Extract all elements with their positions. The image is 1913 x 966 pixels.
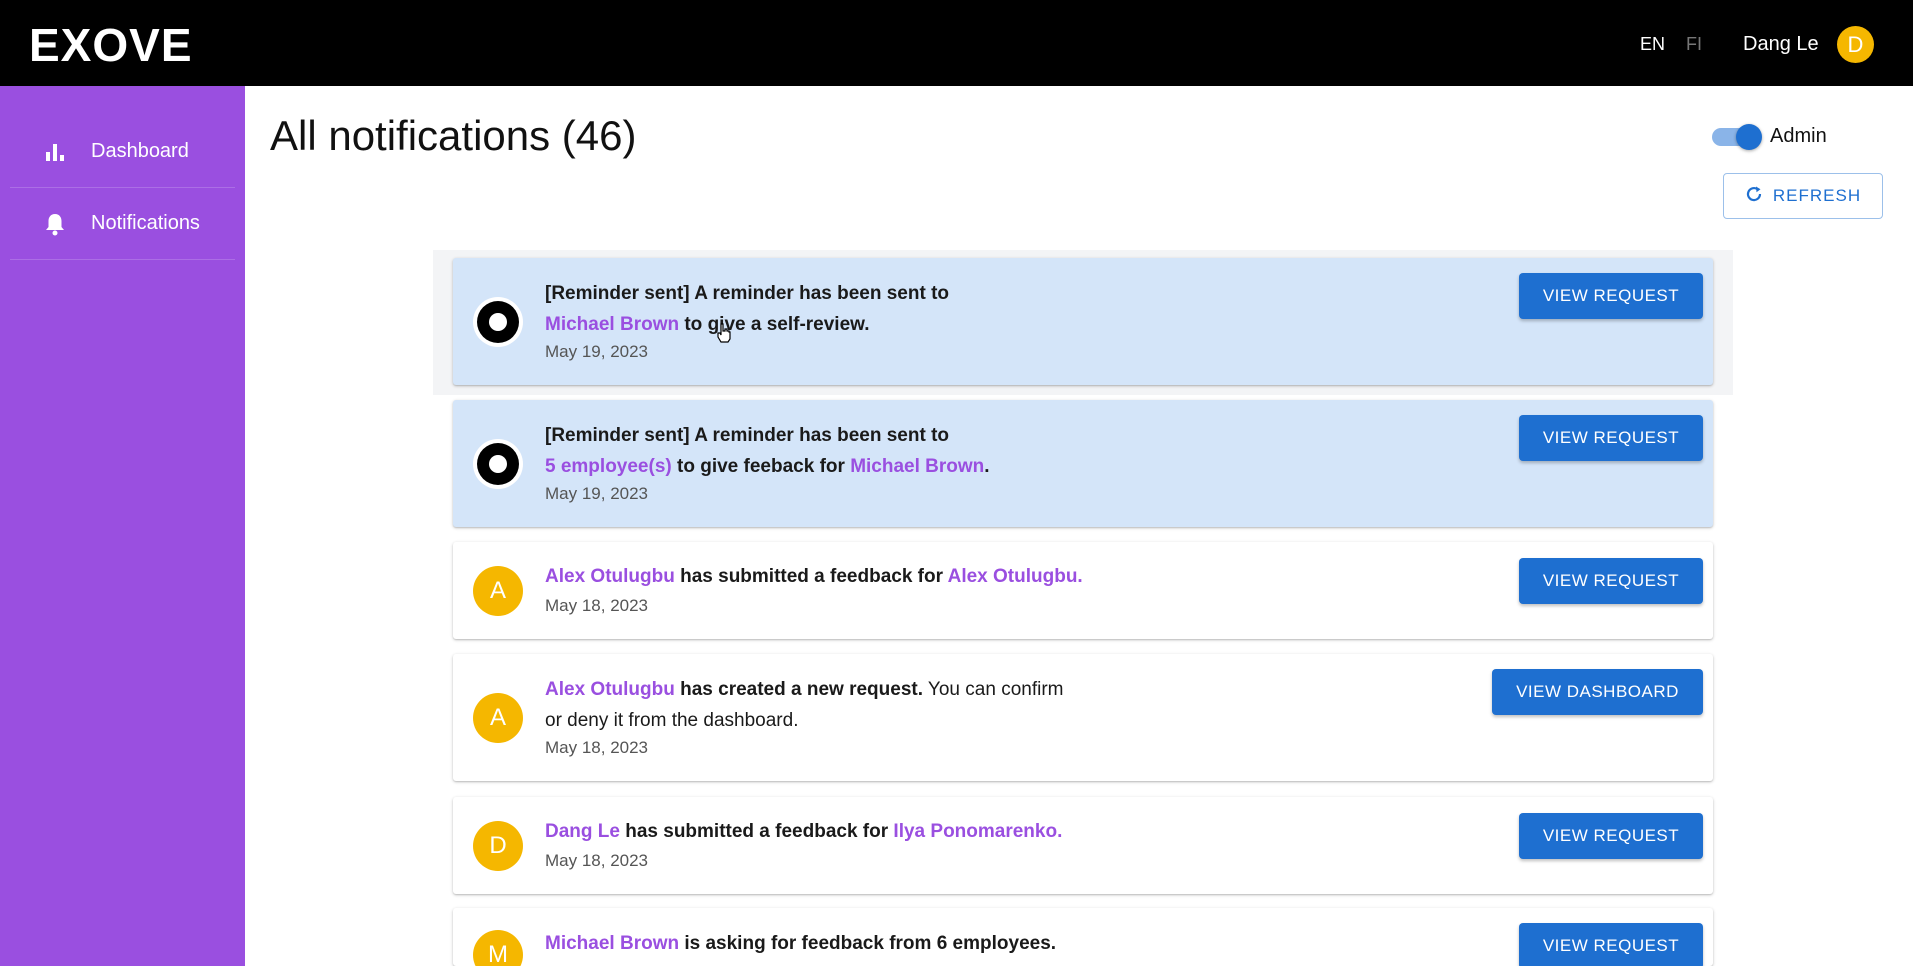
notification-date: May 18, 2023 [545,738,649,757]
notification-message: to give a self-review. [679,314,870,335]
notification-date: May 19, 2023 [545,342,649,361]
employees-link[interactable]: 5 employee(s) [545,456,672,477]
view-request-button[interactable]: VIEW REQUEST [1519,273,1703,319]
notification-text: Alex Otulugbu has submitted a feedback f… [545,561,1165,592]
view-request-button[interactable]: VIEW REQUEST [1519,558,1703,604]
notification-message: has submitted a feedback for [674,566,948,587]
avatar: D [473,821,523,871]
notification-card[interactable]: A Alex Otulugbu has submitted a feedback… [453,542,1713,639]
notification-message: . [984,456,990,477]
notification-text: Dang Le has submitted a feedback for Ily… [545,816,1165,847]
language-fi-button[interactable]: FI [1686,34,1702,54]
notification-text: [Reminder sent] A reminder has been sent… [545,278,1165,340]
notification-text: Michael Brown is asking for feedback fro… [545,928,1165,959]
notification-text: Alex Otulugbu has created a new request.… [545,674,1165,736]
notification-detail: or deny it from the dashboard. [545,710,799,731]
user-name[interactable]: Dang Le [1743,33,1819,55]
refresh-icon [1745,185,1763,208]
view-request-button[interactable]: VIEW REQUEST [1519,923,1703,966]
hand-cursor-icon [716,323,732,343]
avatar: M [473,930,523,966]
user-link[interactable]: Michael Brown [850,456,984,477]
exove-logo[interactable]: EXOVE [29,22,193,68]
user-link[interactable]: Alex Otulugbu [545,566,675,587]
bar-chart-icon [42,139,68,165]
user-link[interactable]: Michael Brown [545,314,679,335]
sidebar-item-label: Dashboard [91,140,189,162]
page-title: All notifications (46) [270,112,637,159]
user-link[interactable]: Dang Le [545,821,620,842]
sidebar-item-label: Notifications [91,212,200,234]
reminder-avatar-icon [473,297,523,347]
view-dashboard-button[interactable]: VIEW DASHBOARD [1492,669,1703,715]
user-link[interactable]: Michael Brown [545,933,679,954]
avatar: A [473,693,523,743]
notification-message: [Reminder sent] A reminder has been sent… [545,425,950,446]
notification-date: May 18, 2023 [545,851,649,870]
refresh-button[interactable]: REFRESH [1723,173,1883,219]
view-request-button[interactable]: VIEW REQUEST [1519,813,1703,859]
user-link[interactable]: Alex Otulugbu. [948,566,1083,587]
user-link[interactable]: Alex Otulugbu [545,679,675,700]
notification-card[interactable]: M Michael Brown is asking for feedback f… [453,908,1713,966]
notification-message: is asking for feedback from 6 employees. [679,933,1057,954]
admin-toggle[interactable] [1712,122,1762,150]
top-bar: EXOVE EN FI Dang Le D [0,0,1913,86]
view-request-button[interactable]: VIEW REQUEST [1519,415,1703,461]
notification-date: May 18, 2023 [545,596,649,615]
sidebar-item-notifications[interactable]: Notifications [10,188,235,260]
sidebar-item-dashboard[interactable]: Dashboard [10,116,235,188]
avatar: A [473,566,523,616]
reminder-avatar-icon [473,439,523,489]
notification-message: [Reminder sent] A reminder has been sent… [545,283,950,304]
notification-card[interactable]: D Dang Le has submitted a feedback for I… [453,797,1713,894]
notification-detail: You can confirm [923,679,1064,700]
refresh-label: REFRESH [1772,186,1862,205]
bell-icon [42,211,68,237]
admin-label: Admin [1770,125,1827,147]
notification-message: to give feeback for [671,456,851,477]
sidebar: Dashboard Notifications [0,86,245,966]
notification-message: has submitted a feedback for [619,821,894,842]
notification-message: has created a new request. [674,679,923,700]
notification-card[interactable]: [Reminder sent] A reminder has been sent… [453,400,1713,527]
notification-date: May 19, 2023 [545,484,649,503]
language-en-button[interactable]: EN [1640,34,1665,54]
toggle-thumb [1736,124,1762,150]
notification-card[interactable]: A Alex Otulugbu has created a new reques… [453,654,1713,781]
user-link[interactable]: Ilya Ponomarenko. [893,821,1062,842]
user-avatar[interactable]: D [1837,26,1874,63]
notification-card[interactable]: [Reminder sent] A reminder has been sent… [453,258,1713,385]
notification-text: [Reminder sent] A reminder has been sent… [545,420,1165,482]
